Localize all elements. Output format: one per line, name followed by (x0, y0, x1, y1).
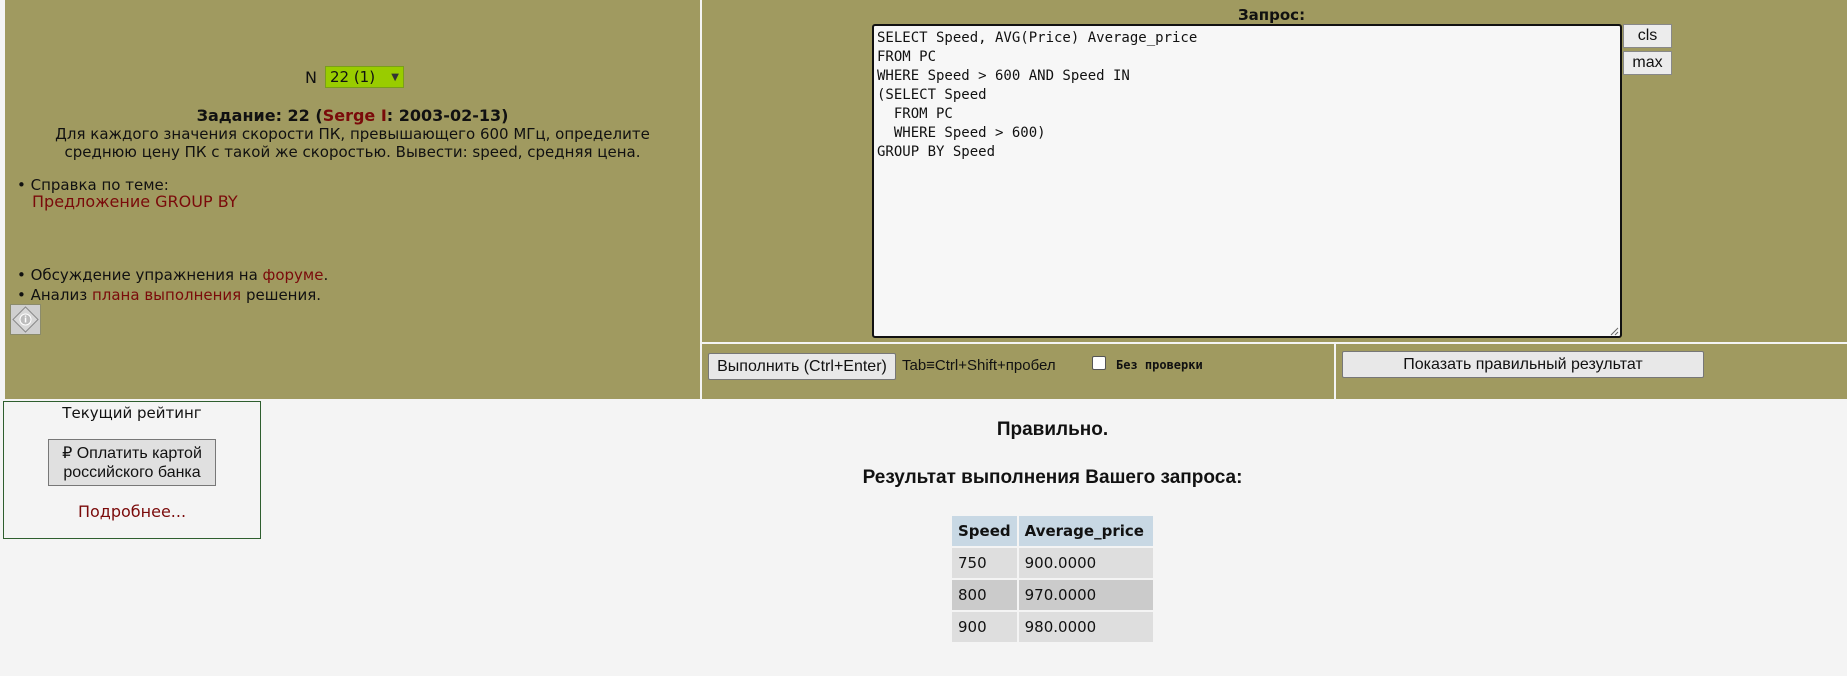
task-title: Задание: 22 (Serge I: 2003-02-13) (5, 106, 700, 125)
column-header-speed: Speed (952, 516, 1017, 546)
chevron-down-icon: ▼ (391, 71, 399, 83)
discussion-line: • Обсуждение упражнения на форуме. (17, 266, 328, 284)
resize-grip-icon[interactable] (1609, 326, 1619, 336)
result-status: Правильно. (996, 419, 1109, 440)
cell-speed: 900 (952, 612, 1017, 642)
result-table: Speed Average_price 750 900.0000 800 970… (950, 514, 1155, 644)
discussion-suffix: . (323, 266, 329, 284)
tab-hint: Tab≡Ctrl+Shift+пробел (902, 357, 1056, 374)
task-panel: N 22 (1) ▼ Задание: 22 (Serge I: 2003-02… (5, 0, 700, 399)
table-row: 750 900.0000 (952, 548, 1153, 578)
table-row: 800 970.0000 (952, 580, 1153, 610)
info-icon[interactable] (10, 304, 41, 335)
task-number-label: N (305, 67, 317, 87)
cls-button[interactable]: cls (1623, 24, 1672, 48)
pay-line-1: ₽ Оплатить картой (62, 444, 202, 462)
run-button[interactable]: Выполнить (Ctrl+Enter) (708, 353, 896, 380)
cell-speed: 800 (952, 580, 1017, 610)
more-link[interactable]: Подробнее... (4, 502, 260, 521)
task-title-suffix: : 2003-02-13) (386, 106, 509, 125)
show-correct-result-button[interactable]: Показать правильный результат (1342, 351, 1704, 378)
cell-average-price: 980.0000 (1018, 612, 1153, 642)
forum-link[interactable]: форуме (263, 266, 324, 284)
execution-plan-link[interactable]: плана выполнения (92, 286, 241, 304)
task-description: Для каждого значения скорости ПК, превыш… (55, 125, 650, 161)
cell-speed: 750 (952, 548, 1017, 578)
no-check-checkbox[interactable] (1092, 356, 1106, 370)
table-header-row: Speed Average_price (952, 516, 1153, 546)
max-button[interactable]: max (1623, 51, 1672, 75)
cell-average-price: 900.0000 (1018, 548, 1153, 578)
discussion-prefix: • Обсуждение упражнения на (17, 266, 263, 284)
table-row: 900 980.0000 (952, 612, 1153, 642)
result-title: Результат выполнения Вашего запроса: (862, 467, 1243, 488)
analysis-suffix: решения. (241, 286, 322, 304)
analysis-prefix: • Анализ (17, 286, 92, 304)
cell-average-price: 970.0000 (1018, 580, 1153, 610)
task-selector-row: N 22 (1) ▼ (305, 66, 404, 88)
query-label: Запрос: (1238, 6, 1306, 24)
task-number-value: 22 (1) (329, 68, 376, 86)
no-check-label: Без проверки (1116, 358, 1203, 372)
column-header-average-price: Average_price (1018, 516, 1153, 546)
task-author-link[interactable]: Serge I (323, 106, 387, 125)
analysis-line: • Анализ плана выполнения решения. (17, 286, 321, 304)
query-editor[interactable]: SELECT Speed, AVG(Price) Average_price F… (872, 24, 1622, 338)
help-topic-link[interactable]: Предложение GROUP BY (32, 193, 238, 211)
task-title-prefix: Задание: 22 ( (196, 106, 323, 125)
task-number-select[interactable]: 22 (1) ▼ (324, 66, 404, 88)
